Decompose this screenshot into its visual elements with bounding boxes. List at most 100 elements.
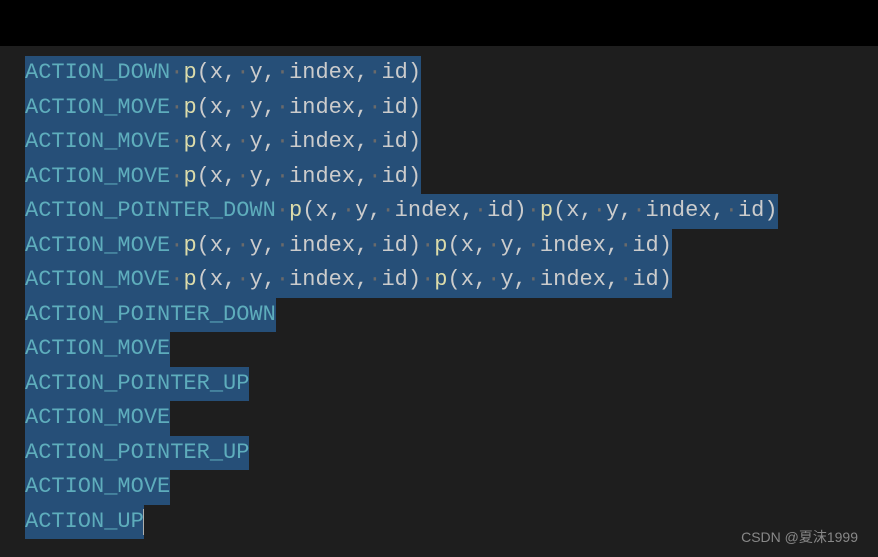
whitespace-token: ·: [170, 56, 183, 91]
code-line[interactable]: ACTION_POINTER_DOWN·p(x,·y,·index,·id)·p…: [25, 194, 878, 229]
params-token: index,: [540, 229, 619, 264]
params-token: id): [632, 263, 672, 298]
params-token: index,: [289, 229, 368, 264]
whitespace-token: ·: [170, 160, 183, 195]
whitespace-token: ·: [170, 91, 183, 126]
params-token: y,: [249, 229, 275, 264]
params-token: id): [381, 125, 421, 160]
whitespace-token: ·: [368, 263, 381, 298]
action-token: ACTION_POINTER_UP: [25, 367, 249, 402]
params-token: (x,: [197, 125, 237, 160]
whitespace-token: ·: [619, 229, 632, 264]
code-line[interactable]: ACTION_MOVE: [25, 401, 878, 436]
params-token: id): [381, 263, 421, 298]
params-token: y,: [249, 125, 275, 160]
params-token: index,: [289, 263, 368, 298]
code-line[interactable]: ACTION_POINTER_UP: [25, 436, 878, 471]
text-cursor: [143, 509, 144, 535]
params-token: y,: [249, 263, 275, 298]
whitespace-token: ·: [236, 56, 249, 91]
action-token: ACTION_POINTER_DOWN: [25, 194, 276, 229]
whitespace-token: ·: [170, 229, 183, 264]
identifier-token: p: [434, 229, 447, 264]
whitespace-token: ·: [276, 91, 289, 126]
action-token: ACTION_UP: [25, 505, 144, 540]
whitespace-token: ·: [236, 91, 249, 126]
whitespace-token: ·: [487, 263, 500, 298]
whitespace-token: ·: [236, 263, 249, 298]
code-line[interactable]: ACTION_MOVE·p(x,·y,·index,·id): [25, 160, 878, 195]
params-token: (x,: [197, 229, 237, 264]
params-token: (x,: [197, 56, 237, 91]
whitespace-token: ·: [236, 125, 249, 160]
code-editor[interactable]: ACTION_DOWN·p(x,·y,·index,·id)ACTION_MOV…: [0, 46, 878, 539]
params-token: id): [381, 91, 421, 126]
whitespace-token: ·: [368, 91, 381, 126]
params-token: id): [487, 194, 527, 229]
identifier-token: p: [183, 56, 196, 91]
action-token: ACTION_MOVE: [25, 332, 170, 367]
code-line[interactable]: ACTION_MOVE·p(x,·y,·index,·id)·p(x,·y,·i…: [25, 263, 878, 298]
whitespace-token: ·: [421, 263, 434, 298]
params-token: id): [381, 229, 421, 264]
identifier-token: p: [289, 194, 302, 229]
params-token: (x,: [448, 229, 488, 264]
whitespace-token: ·: [236, 160, 249, 195]
params-token: id): [381, 160, 421, 195]
params-token: id): [381, 56, 421, 91]
params-token: (x,: [448, 263, 488, 298]
action-token: ACTION_MOVE: [25, 229, 170, 264]
whitespace-token: ·: [619, 263, 632, 298]
action-token: ACTION_MOVE: [25, 91, 170, 126]
whitespace-token: ·: [725, 194, 738, 229]
whitespace-token: ·: [276, 125, 289, 160]
params-token: y,: [355, 194, 381, 229]
action-token: ACTION_POINTER_UP: [25, 436, 249, 471]
identifier-token: p: [183, 125, 196, 160]
whitespace-token: ·: [276, 263, 289, 298]
params-token: index,: [289, 125, 368, 160]
params-token: y,: [500, 263, 526, 298]
whitespace-token: ·: [368, 229, 381, 264]
code-line[interactable]: ACTION_POINTER_UP: [25, 367, 878, 402]
code-line[interactable]: ACTION_MOVE: [25, 332, 878, 367]
whitespace-token: ·: [593, 194, 606, 229]
params-token: id): [632, 229, 672, 264]
code-line[interactable]: ACTION_POINTER_DOWN: [25, 298, 878, 333]
params-token: (x,: [302, 194, 342, 229]
params-token: y,: [249, 91, 275, 126]
action-token: ACTION_MOVE: [25, 263, 170, 298]
code-line[interactable]: ACTION_MOVE·p(x,·y,·index,·id): [25, 91, 878, 126]
top-bar: [0, 0, 878, 46]
params-token: (x,: [197, 263, 237, 298]
code-line[interactable]: ACTION_DOWN·p(x,·y,·index,·id): [25, 56, 878, 91]
params-token: index,: [395, 194, 474, 229]
whitespace-token: ·: [368, 125, 381, 160]
whitespace-token: ·: [236, 229, 249, 264]
code-line[interactable]: ACTION_MOVE·p(x,·y,·index,·id)·p(x,·y,·i…: [25, 229, 878, 264]
identifier-token: p: [540, 194, 553, 229]
code-line[interactable]: ACTION_MOVE: [25, 470, 878, 505]
action-token: ACTION_DOWN: [25, 56, 170, 91]
identifier-token: p: [183, 91, 196, 126]
whitespace-token: ·: [368, 56, 381, 91]
params-token: y,: [249, 160, 275, 195]
whitespace-token: ·: [368, 160, 381, 195]
whitespace-token: ·: [276, 56, 289, 91]
whitespace-token: ·: [421, 229, 434, 264]
params-token: (x,: [197, 160, 237, 195]
code-line[interactable]: ACTION_MOVE·p(x,·y,·index,·id): [25, 125, 878, 160]
params-token: (x,: [553, 194, 593, 229]
identifier-token: p: [183, 263, 196, 298]
action-token: ACTION_MOVE: [25, 160, 170, 195]
params-token: (x,: [197, 91, 237, 126]
identifier-token: p: [183, 229, 196, 264]
whitespace-token: ·: [632, 194, 645, 229]
whitespace-token: ·: [527, 194, 540, 229]
whitespace-token: ·: [276, 160, 289, 195]
params-token: index,: [540, 263, 619, 298]
action-token: ACTION_MOVE: [25, 470, 170, 505]
whitespace-token: ·: [381, 194, 394, 229]
whitespace-token: ·: [487, 229, 500, 264]
whitespace-token: ·: [170, 125, 183, 160]
